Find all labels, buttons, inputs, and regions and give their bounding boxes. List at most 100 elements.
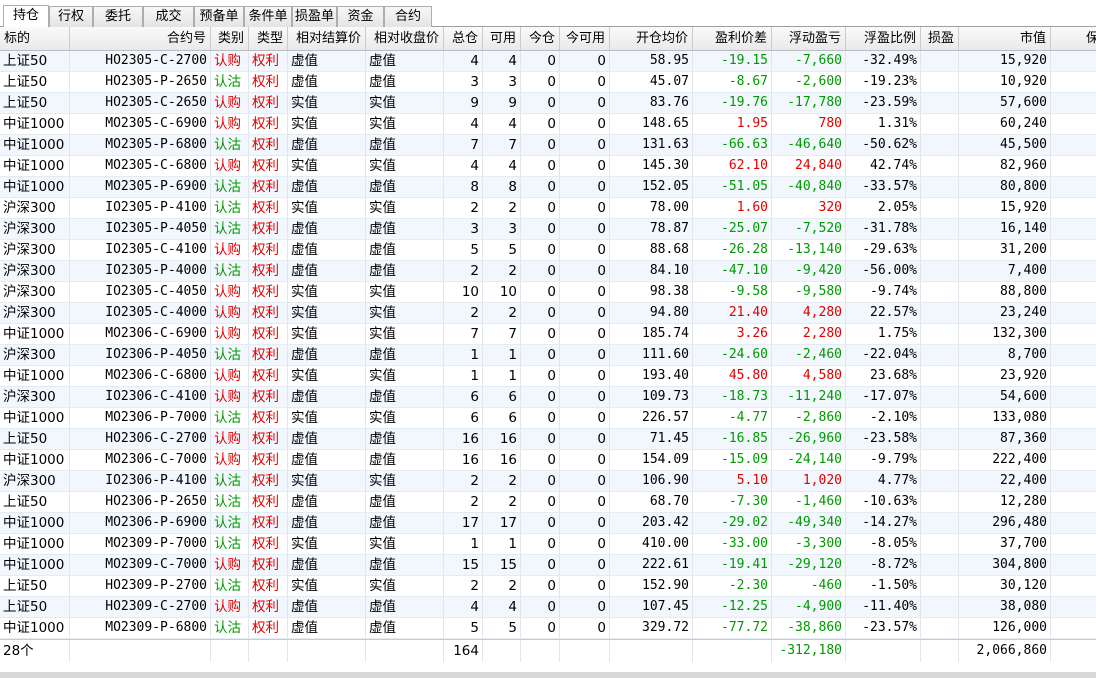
tab-5[interactable]: 条件单: [244, 6, 292, 27]
table-row[interactable]: 中证1000 MO2309-P-7000 认沽 权利 实值 实值 1 1 0 0 410.00 -33…: [0, 534, 1096, 555]
summary-total: 164: [444, 640, 483, 662]
cell-today: 0: [521, 51, 560, 71]
table-row[interactable]: 中证1000 MO2305-P-6800 认沽 权利 虚值 虚值 7 7 0 0 131.63 -66…: [0, 135, 1096, 156]
cell-avg: 84.10: [610, 261, 693, 281]
column-header[interactable]: 类型: [249, 27, 288, 50]
table-row[interactable]: 中证1000 MO2306-C-7000 认购 权利 虚值 虚值 16 16 0 0 154.09-…: [0, 450, 1096, 471]
cell-underlying: 中证1000: [0, 408, 70, 428]
table-row[interactable]: 上证50 HO2306-C-2700 认购 权利 虚值 虚值 16 16 0 0 71.45 -16.…: [0, 429, 1096, 450]
cell-today: 0: [521, 429, 560, 449]
tab-0[interactable]: 持仓: [3, 5, 49, 27]
cell-diff: -25.07: [693, 219, 772, 239]
tab-7[interactable]: 资金: [337, 6, 384, 27]
tab-8[interactable]: 合约: [384, 6, 432, 27]
table-row[interactable]: 中证1000 MO2309-P-6800 认沽 权利 虚值 虚值 5 5 0 0 329.72 -77…: [0, 618, 1096, 639]
table-row[interactable]: 中证1000 MO2306-P-7000 认沽 权利 实值 实值 6 6 0 0 226.57 -4.…: [0, 408, 1096, 429]
cell-rel_close: 虚值: [366, 450, 444, 470]
column-header[interactable]: 类别: [211, 27, 249, 50]
table-row[interactable]: 沪深300 IO2305-P-4100 认沽 权利 实值 实值 2 2 0 0 78.00 1.60 3…: [0, 198, 1096, 219]
cell-total: 4: [444, 114, 483, 134]
column-header[interactable]: 浮动盈亏: [772, 27, 846, 50]
table-row[interactable]: 沪深300 IO2305-C-4000 认购 权利 实值 实值 2 2 0 0 94.80 21.40…: [0, 303, 1096, 324]
table-row[interactable]: 中证1000 MO2306-P-6900 认沽 权利 虚值 虚值 17 17 0 0 203.42-…: [0, 513, 1096, 534]
table-row[interactable]: 沪深300 IO2305-P-4050 认沽 权利 虚值 虚值 3 3 0 0 78.87 -25.0…: [0, 219, 1096, 240]
cell-rel_close: 虚值: [366, 513, 444, 533]
column-header[interactable]: 今仓: [521, 27, 560, 50]
table-row[interactable]: 中证1000 MO2305-P-6900 认沽 权利 虚值 虚值 8 8 0 0 152.05 -51…: [0, 177, 1096, 198]
table-row[interactable]: 上证50 HO2309-P-2700 认沽 权利 实值 实值 2 2 0 0 152.90 -2.30…: [0, 576, 1096, 597]
cell-total: 6: [444, 387, 483, 407]
cell-diff: -51.05: [693, 177, 772, 197]
column-header[interactable]: 相对收盘价: [366, 27, 444, 50]
cell-code: MO2306-C-6900: [70, 324, 211, 344]
cell-rel_close: 实值: [366, 156, 444, 176]
cell-pnl: -17,780: [772, 93, 846, 113]
table-row[interactable]: 沪深300 IO2305-C-4100 认购 权利 虚值 虚值 5 5 0 0 88.68 -26.2…: [0, 240, 1096, 261]
tab-4[interactable]: 预备单: [194, 6, 244, 27]
cell-type: 权利: [249, 492, 288, 512]
cell-rel_close: 虚值: [366, 135, 444, 155]
table-row[interactable]: 沪深300 IO2306-P-4100 认沽 权利 实值 实值 2 2 0 0 106.90 5.10…: [0, 471, 1096, 492]
column-header[interactable]: 合约号: [70, 27, 211, 50]
table-row[interactable]: 沪深300 IO2305-C-4050 认购 权利 实值 实值 10 10 0 0 98.38 -9.…: [0, 282, 1096, 303]
cell-avail: 2: [483, 492, 521, 512]
table-row[interactable]: 沪深300 IO2306-P-4050 认沽 权利 虚值 虚值 1 1 0 0 111.60 -24.…: [0, 345, 1096, 366]
cell-sl: [921, 492, 959, 512]
table-row[interactable]: 中证1000 MO2306-C-6800 认购 权利 实值 实值 1 1 0 0 193.40 45.…: [0, 366, 1096, 387]
cell-diff: -19.15: [693, 51, 772, 71]
column-header[interactable]: 市值: [959, 27, 1051, 50]
cell-sl: [921, 471, 959, 491]
cell-avail: 17: [483, 513, 521, 533]
cell-total: 8: [444, 177, 483, 197]
column-header[interactable]: 标的: [0, 27, 70, 50]
table-row[interactable]: 上证50 HO2309-C-2700 认购 权利 虚值 虚值 4 4 0 0 107.45 -12.2…: [0, 597, 1096, 618]
column-header[interactable]: 损盈: [921, 27, 959, 50]
table-row[interactable]: 中证1000 MO2305-C-6900 认购 权利 实值 实值 4 4 0 0 148.65 1.9…: [0, 114, 1096, 135]
cell-sl: [921, 345, 959, 365]
tab-3[interactable]: 成交: [143, 6, 194, 27]
cell-underlying: 沪深300: [0, 471, 70, 491]
cell-today_avail: 0: [560, 471, 610, 491]
tab-2[interactable]: 委托: [93, 6, 143, 27]
cell-rel_close: 虚值: [366, 72, 444, 92]
table-row[interactable]: 上证50 HO2305-C-2650 认购 权利 实值 实值 9 9 0 0 83.76 -19.76…: [0, 93, 1096, 114]
tab-6[interactable]: 损盈单: [292, 6, 337, 27]
column-header[interactable]: 可用: [483, 27, 521, 50]
table-row[interactable]: 沪深300 IO2306-C-4100 认购 权利 虚值 虚值 6 6 0 0 109.73 -18.…: [0, 387, 1096, 408]
cell-pnl: -7,520: [772, 219, 846, 239]
table-row[interactable]: 中证1000 MO2305-C-6800 认购 权利 实值 实值 4 4 0 0 145.30 62.…: [0, 156, 1096, 177]
table-row[interactable]: 上证50 HO2305-C-2700 认购 权利 虚值 虚值 4 4 0 0 58.95 -19.15…: [0, 51, 1096, 72]
cell-type: 权利: [249, 471, 288, 491]
cell-today: 0: [521, 492, 560, 512]
column-header[interactable]: 浮盈比例: [846, 27, 921, 50]
table-row[interactable]: 中证1000 MO2306-C-6900 认购 权利 实值 实值 7 7 0 0 185.74 3.2…: [0, 324, 1096, 345]
horizontal-scrollbar[interactable]: [0, 672, 1096, 678]
table-row[interactable]: 中证1000 MO2309-C-7000 认购 权利 虚值 虚值 15 15 0 0 222.61-…: [0, 555, 1096, 576]
column-header[interactable]: 总仓: [444, 27, 483, 50]
cell-margin: [1051, 534, 1096, 554]
table-row[interactable]: 上证50 HO2305-P-2650 认沽 权利 虚值 虚值 3 3 0 0 45.07 -8.67-…: [0, 72, 1096, 93]
cell-rel_settle: 实值: [288, 282, 366, 302]
column-header[interactable]: 相对结算价: [288, 27, 366, 50]
cell-avail: 4: [483, 114, 521, 134]
cell-total: 5: [444, 618, 483, 638]
cell-type: 权利: [249, 345, 288, 365]
cell-type: 权利: [249, 450, 288, 470]
tab-1[interactable]: 行权: [49, 6, 93, 27]
cell-cls: 认沽: [211, 576, 249, 596]
cell-mv: 87,360: [959, 429, 1051, 449]
column-header[interactable]: 盈利价差: [693, 27, 772, 50]
cell-pnl: -26,960: [772, 429, 846, 449]
cell-underlying: 沪深300: [0, 303, 70, 323]
cell-mv: 8,700: [959, 345, 1051, 365]
table-row[interactable]: 沪深300 IO2305-P-4000 认沽 权利 虚值 虚值 2 2 0 0 84.10 -47.1…: [0, 261, 1096, 282]
cell-pnl: -2,460: [772, 345, 846, 365]
cell-type: 权利: [249, 72, 288, 92]
column-header[interactable]: 今可用: [560, 27, 610, 50]
table-row[interactable]: 上证50 HO2306-P-2650 认沽 权利 虚值 虚值 2 2 0 0 68.70 -7.30-…: [0, 492, 1096, 513]
cell-rel_settle: 虚值: [288, 618, 366, 638]
column-header[interactable]: 保证金: [1051, 27, 1096, 50]
cell-diff: -66.63: [693, 135, 772, 155]
column-header[interactable]: 开仓均价: [610, 27, 693, 50]
cell-type: 权利: [249, 303, 288, 323]
